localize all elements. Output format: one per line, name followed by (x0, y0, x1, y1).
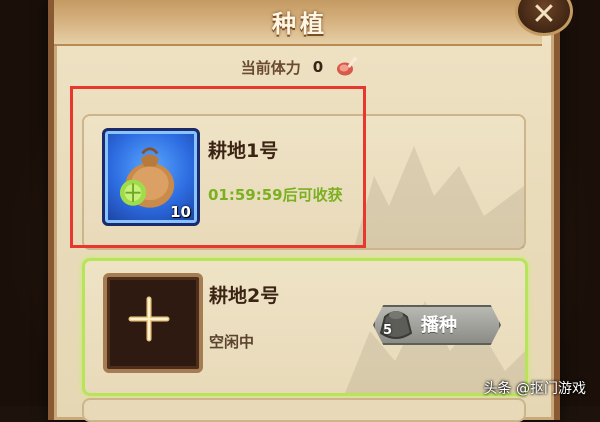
plot-name: 耕地2号 (209, 285, 280, 307)
sow-button-label: 播种 (421, 315, 457, 336)
stamina-label: 当前体力 (240, 58, 301, 77)
stamina-row: 当前体力 0 (0, 56, 600, 78)
stamina-value: 0 (312, 58, 324, 76)
plot-card-2[interactable]: 耕地2号 空闲中 5 播种 (82, 258, 528, 396)
plot-card-3-partial (82, 398, 526, 422)
meat-icon (337, 56, 358, 76)
seed-count: 5 (383, 323, 393, 338)
watermark: 头条 @抠门游戏 (483, 381, 586, 397)
empty-plot-icon (128, 296, 170, 342)
highlight-annotation-box (70, 86, 366, 248)
plot-status: 空闲中 (209, 333, 255, 351)
panel-title: 种植 (272, 10, 328, 38)
empty-plot-slot (103, 273, 203, 373)
close-icon: ✕ (531, 0, 557, 32)
